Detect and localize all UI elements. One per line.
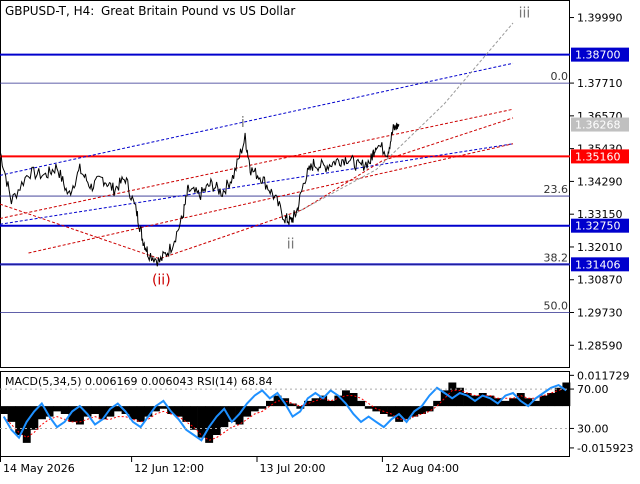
macd-bar-33 (250, 406, 259, 412)
price-axis: 1.399901.387001.377101.365701.362681.354… (570, 12, 629, 352)
time-label-0: 14 May 2026 (3, 462, 75, 475)
price-tick-label-13: 1.29730 (577, 307, 623, 320)
fib-label-3: 50.0 (544, 300, 569, 313)
macd-bar-51 (387, 406, 396, 417)
macd-tick-label-2: 30.00 (577, 422, 609, 435)
macd-bar-13 (98, 406, 107, 420)
macd-label: MACD(5,34,5) 0.006169 0.006043 RSI(14) 6… (5, 375, 272, 388)
price-tag-11: 1.31406 (575, 258, 621, 271)
macd-bar-71 (539, 395, 548, 407)
time-label-1: 12 Jun 12:00 (134, 462, 204, 475)
chart-description: Great Britain Pound vs US Dollar (101, 4, 295, 18)
macd-bar-38 (288, 403, 297, 407)
macd-bar-1 (7, 406, 16, 422)
macd-bar-3 (22, 406, 31, 443)
macd-bar-73 (554, 387, 563, 407)
fib-label-1: 23.6 (544, 183, 569, 196)
time-label-2: 13 Jul 20:00 (260, 462, 326, 475)
macd-bar-74 (562, 382, 571, 407)
price-tag-1: 1.38700 (575, 49, 621, 62)
macd-bar-26 (197, 406, 206, 438)
macd-bar-7 (53, 406, 62, 412)
macd-tick-label-3: -0.015923 (577, 442, 633, 455)
price-tick-label-2: 1.37710 (577, 77, 623, 90)
macd-bar-34 (258, 406, 267, 409)
macd-bar-43 (326, 400, 335, 407)
fib-label-2: 38.2 (544, 251, 569, 264)
macd-bar-24 (182, 406, 191, 422)
current-price-tag: 1.36268 (575, 119, 621, 132)
fib-label-0: 0.0 (551, 70, 569, 83)
macd-bar-35 (266, 400, 274, 407)
macd-bar-18 (136, 406, 145, 422)
wave-label-0: iii (519, 5, 531, 21)
wave-label-2: ii (287, 237, 295, 253)
macd-bar-46 (349, 393, 358, 407)
price-tag-6: 1.35160 (575, 150, 621, 163)
price-tick-label-0: 1.39990 (577, 12, 623, 25)
macd-bar-47 (357, 400, 366, 407)
macd-bar-72 (547, 393, 556, 407)
chart-root: 0.0 23.6 38.2 50.0 iii i ii (ii) 1.39990 1.3870… (0, 0, 640, 480)
macd-bar-23 (174, 406, 183, 417)
chart-symbol: GBPUSD-T, H4: (5, 4, 94, 18)
macd-tick-label-1: 70.00 (577, 383, 609, 396)
price-tick-label-10: 1.32010 (577, 241, 623, 254)
wave-label-3: (ii) (152, 273, 171, 289)
macd-bar-0 (0, 406, 8, 414)
macd-bar-48 (364, 406, 373, 409)
macd-bar-25 (190, 406, 198, 430)
price-tick-label-7: 1.34290 (577, 175, 623, 188)
price-tag-9: 1.32750 (575, 220, 621, 233)
macd-bar-59 (448, 382, 457, 407)
macd-tick-label-0: 0.011729 (577, 369, 630, 382)
macd-bar-67 (509, 398, 518, 407)
macd-bar-8 (60, 406, 69, 414)
macd-bar-12 (91, 406, 100, 414)
price-tick-label-14: 1.28590 (577, 339, 623, 352)
price-tick-label-12: 1.30870 (577, 274, 623, 287)
wave-label-1: i (241, 115, 245, 131)
chart-canvas[interactable]: 0.023.638.250.0 iiiiii(ii) 1.399901.3870… (0, 0, 640, 480)
time-axis: 14 May 2026 12 Jun 12:00 13 Jul 20:00 12 Au… (0, 457, 459, 475)
macd-bar-56 (425, 406, 434, 412)
time-label-3: 12 Aug 04:00 (385, 462, 459, 475)
macd-bar-66 (501, 400, 510, 407)
